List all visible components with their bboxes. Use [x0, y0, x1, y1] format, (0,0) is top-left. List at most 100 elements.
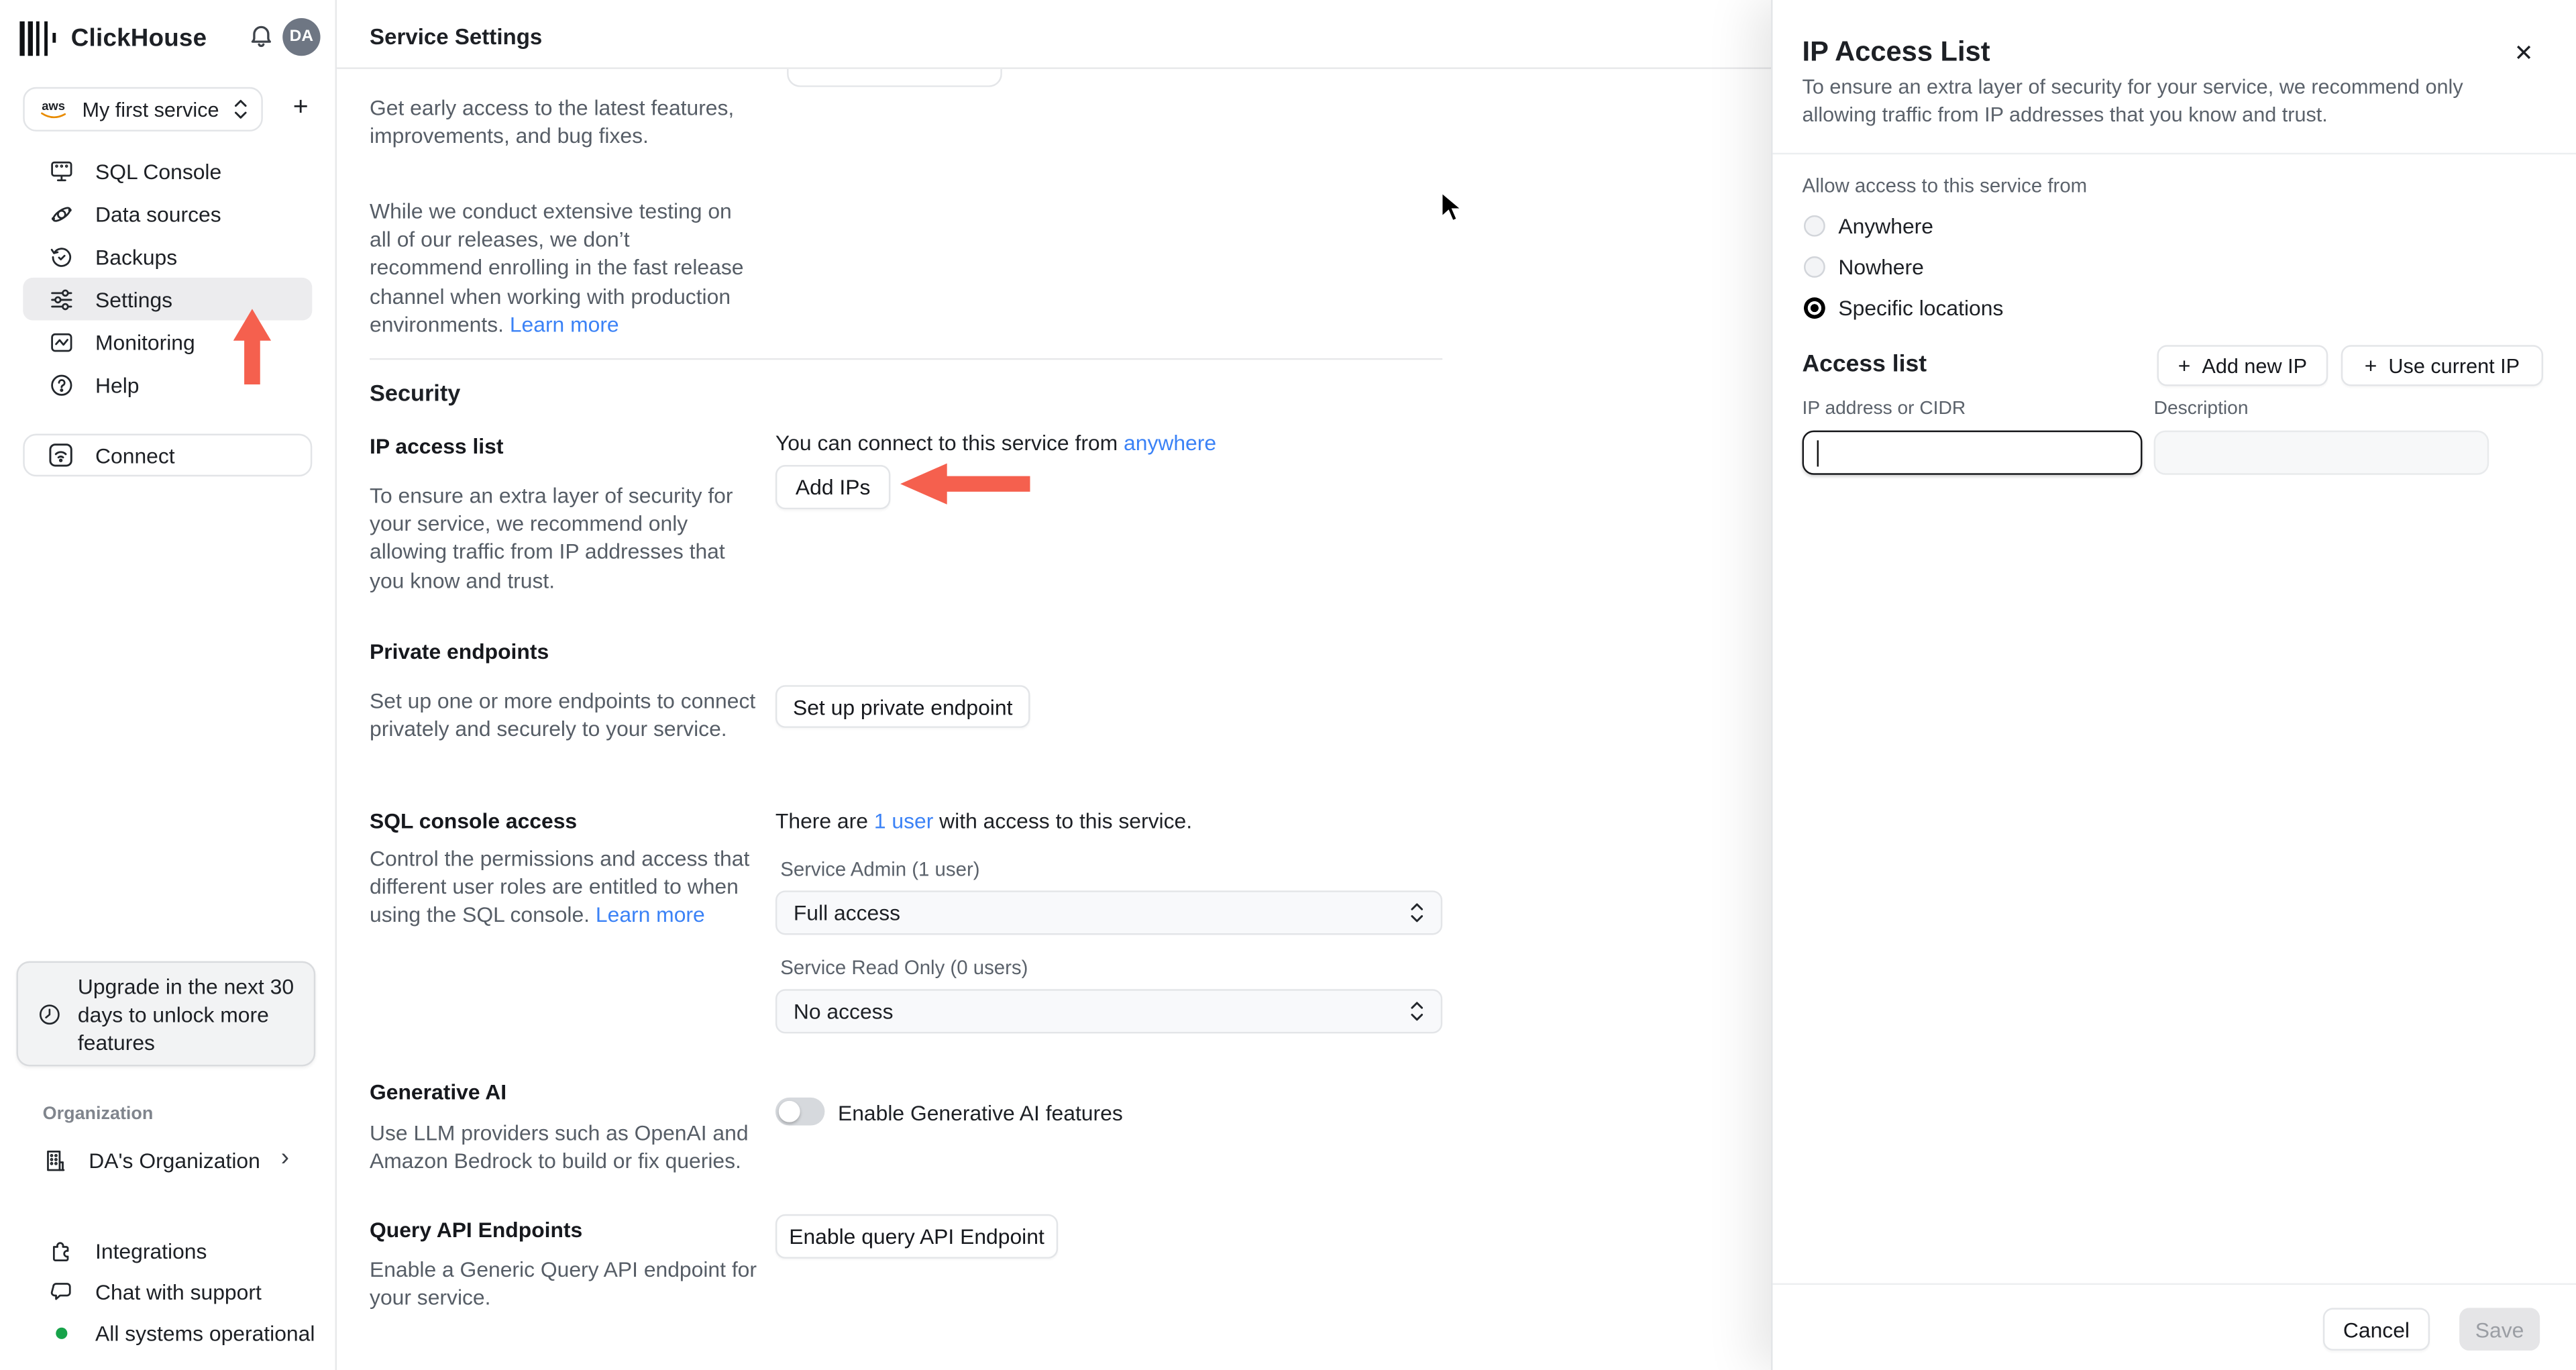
chevron-updown-icon [1411, 903, 1424, 923]
sidebar-item-label: Settings [95, 286, 173, 312]
chevron-updown-icon [234, 99, 247, 119]
status-label: All systems operational [95, 1320, 315, 1346]
ip-access-list-title: IP access list [370, 433, 504, 459]
generative-ai-title: Generative AI [370, 1079, 507, 1104]
service-selector[interactable]: aws My first service [23, 87, 263, 131]
one-user-link[interactable]: 1 user [874, 808, 934, 833]
upgrade-notice-text: Upgrade in the next 30 days to unlock mo… [77, 973, 294, 1055]
chevron-updown-icon [1411, 1002, 1424, 1021]
sidebar-item-help[interactable]: Help [23, 363, 312, 406]
sidebar-item-data-sources[interactable]: Data sources [23, 193, 312, 235]
anywhere-link[interactable]: anywhere [1124, 431, 1216, 456]
service-admin-select[interactable]: Full access [775, 890, 1443, 935]
service-readonly-select[interactable]: No access [775, 989, 1443, 1034]
plus-icon: + [2178, 353, 2191, 378]
annotation-arrow-add-ips [900, 463, 1030, 505]
sidebar-item-label: Monitoring [95, 329, 195, 354]
sidebar-item-label: SQL Console [95, 158, 222, 184]
organization-section-label: Organization [42, 1104, 154, 1124]
connect-button[interactable]: Connect [23, 433, 313, 477]
puzzle-icon [52, 1242, 69, 1262]
fast-release-paragraph-1: Get early access to the latest features,… [370, 95, 735, 148]
add-new-ip-button[interactable]: + Add new IP [2157, 345, 2328, 386]
avatar[interactable]: DA [282, 17, 321, 56]
sidebar: ClickHouse DA aws My first service + SQL… [0, 0, 337, 1370]
toggle-knob [778, 1100, 800, 1122]
setup-private-endpoint-button[interactable]: Set up private endpoint [775, 685, 1030, 728]
sidebar-item-backups[interactable]: Backups [23, 235, 312, 278]
system-status-row[interactable]: All systems operational [23, 1313, 319, 1354]
learn-more-link-sql[interactable]: Learn more [596, 902, 705, 927]
sidebar-nav: SQL Console Data sources Backups Setting… [23, 150, 313, 406]
ip-access-list-desc: To ensure an extra layer of security for… [370, 483, 733, 593]
sidebar-item-label: Backups [95, 244, 178, 269]
main-content: Service Settings Get early access to the… [337, 0, 1772, 1370]
query-api-title: Query API Endpoints [370, 1217, 583, 1243]
plus-icon: + [2364, 353, 2377, 378]
radio-circle-icon [1803, 214, 1825, 236]
building-icon [47, 1151, 65, 1171]
sql-console-icon [51, 160, 72, 180]
description-field-label: Description [2153, 399, 2249, 419]
notifications-bell-icon[interactable] [246, 23, 276, 52]
enable-query-api-button[interactable]: Enable query API Endpoint [775, 1214, 1059, 1259]
sql-users-prefix: There are [775, 808, 874, 833]
add-service-button[interactable]: + [286, 92, 315, 125]
security-section-title: Security [370, 379, 461, 406]
organization-name: DA's Organization [89, 1148, 260, 1173]
private-endpoints-title: Private endpoints [370, 639, 549, 664]
panel-divider [1772, 152, 2576, 155]
description-input[interactable] [2153, 430, 2489, 475]
ip-cidr-input[interactable] [1802, 430, 2143, 475]
panel-footer: Cancel Save [1772, 1283, 2576, 1370]
service-selector-label: My first service [82, 97, 219, 121]
radio-label: Nowhere [1838, 254, 1924, 279]
brand-name: ClickHouse [70, 23, 207, 52]
sidebar-item-monitoring[interactable]: Monitoring [23, 321, 312, 364]
aws-icon: aws [40, 99, 68, 119]
connect-button-label: Connect [95, 443, 175, 468]
organization-row[interactable]: DA's Organization › [23, 1141, 312, 1181]
service-admin-select-value: Full access [793, 900, 901, 925]
service-selector-row: aws My first service + [23, 87, 315, 131]
data-sources-icon [51, 206, 72, 221]
add-ips-button[interactable]: Add IPs [775, 465, 891, 510]
sidebar-item-label: Integrations [95, 1239, 207, 1264]
panel-title: IP Access List [1802, 36, 1990, 68]
sidebar-footer: Integrations Chat with support All syste… [23, 1230, 319, 1354]
service-admin-label: Service Admin (1 user) [780, 857, 980, 881]
ip-cidr-field-label: IP address or CIDR [1802, 399, 1966, 419]
service-readonly-label: Service Read Only (0 users) [780, 956, 1028, 980]
generative-ai-toggle-label: Enable Generative AI features [837, 1100, 1123, 1126]
save-button[interactable]: Save [2459, 1308, 2540, 1351]
panel-description: To ensure an extra layer of security for… [1802, 75, 2463, 126]
wifi-icon [49, 443, 72, 467]
sql-users-text: There are 1 user with access to this ser… [775, 808, 1192, 833]
close-icon[interactable]: ✕ [2514, 40, 2534, 68]
brand: ClickHouse DA [19, 16, 321, 59]
radio-nowhere[interactable]: Nowhere [1803, 253, 1924, 279]
generative-ai-toggle[interactable] [775, 1097, 825, 1126]
page-title: Service Settings [370, 24, 543, 50]
sidebar-item-sql-console[interactable]: SQL Console [23, 150, 312, 193]
fast-release-channel-select-partial[interactable] [787, 68, 1002, 87]
upgrade-notice[interactable]: Upgrade in the next 30 days to unlock mo… [16, 961, 316, 1067]
use-current-ip-label: Use current IP [2388, 354, 2520, 378]
allow-access-label: Allow access to this service from [1802, 174, 2088, 197]
connect-from-prefix: You can connect to this service from [775, 430, 1124, 456]
sidebar-item-settings[interactable]: Settings [23, 277, 313, 321]
sidebar-item-integrations[interactable]: Integrations [23, 1230, 319, 1271]
sql-console-access-title: SQL console access [370, 808, 578, 833]
use-current-ip-button[interactable]: + Use current IP [2341, 345, 2544, 386]
sql-console-access-desc: Control the permissions and access that … [370, 845, 764, 929]
section-divider [370, 358, 1443, 360]
sidebar-item-chat-support[interactable]: Chat with support [23, 1272, 319, 1313]
radio-label: Anywhere [1838, 213, 1933, 238]
radio-anywhere[interactable]: Anywhere [1803, 212, 1933, 238]
page-header: Service Settings [337, 0, 1772, 69]
learn-more-link[interactable]: Learn more [510, 312, 619, 337]
chat-bubble-icon [50, 1283, 71, 1300]
radio-specific-locations[interactable]: Specific locations [1803, 294, 2003, 320]
cancel-button[interactable]: Cancel [2322, 1308, 2430, 1351]
monitoring-icon [51, 332, 72, 352]
